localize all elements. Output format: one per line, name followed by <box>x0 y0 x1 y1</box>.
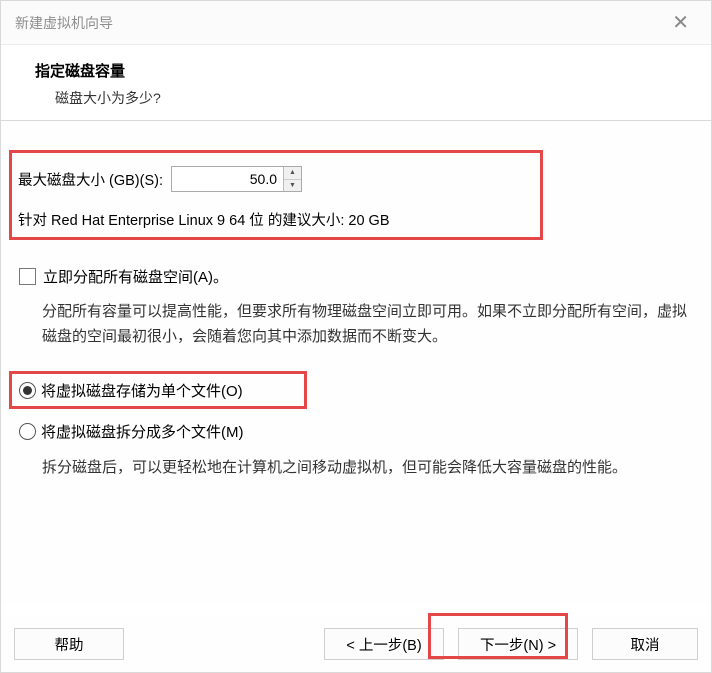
split-files-radio[interactable] <box>19 423 36 440</box>
spinner-down-icon[interactable]: ▼ <box>284 180 301 192</box>
size-recommendation: 针对 Red Hat Enterprise Linux 9 64 位 的建议大小… <box>18 209 390 230</box>
allocate-now-label: 立即分配所有磁盘空间(A)。 <box>43 266 228 287</box>
cancel-button[interactable]: 取消 <box>592 628 698 660</box>
window-title: 新建虚拟机向导 <box>15 13 113 33</box>
single-file-label: 将虚拟磁盘存储为单个文件(O) <box>41 380 243 401</box>
content-area: 最大磁盘大小 (GB)(S): ▲ ▼ 针对 Red Hat Enterpris… <box>1 121 711 603</box>
split-files-row[interactable]: 将虚拟磁盘拆分成多个文件(M) <box>19 421 244 442</box>
single-file-row[interactable]: 将虚拟磁盘存储为单个文件(O) <box>19 380 243 401</box>
next-button[interactable]: 下一步(N) > <box>458 628 578 660</box>
wizard-window: 新建虚拟机向导 ✕ 指定磁盘容量 磁盘大小为多少? 最大磁盘大小 (GB)(S)… <box>0 0 712 673</box>
allocate-now-description: 分配所有容量可以提高性能，但要求所有物理磁盘空间立即可用。如果不立即分配所有空间… <box>42 300 696 350</box>
footer: 帮助 < 上一步(B) 下一步(N) > 取消 <box>1 616 711 672</box>
spinner-up-icon[interactable]: ▲ <box>284 167 301 180</box>
help-button[interactable]: 帮助 <box>14 628 124 660</box>
disk-size-label: 最大磁盘大小 (GB)(S): <box>18 169 163 190</box>
allocate-now-row[interactable]: 立即分配所有磁盘空间(A)。 <box>19 266 228 287</box>
split-files-label: 将虚拟磁盘拆分成多个文件(M) <box>41 421 244 442</box>
page-subtitle: 磁盘大小为多少? <box>35 88 677 108</box>
disk-size-row: 最大磁盘大小 (GB)(S): ▲ ▼ <box>18 166 302 192</box>
disk-size-input[interactable] <box>172 167 283 191</box>
split-files-description: 拆分磁盘后，可以更轻松地在计算机之间移动虚拟机，但可能会降低大容量磁盘的性能。 <box>42 456 696 481</box>
disk-size-spinner[interactable]: ▲ ▼ <box>171 166 302 192</box>
titlebar: 新建虚拟机向导 ✕ <box>1 1 711 45</box>
page-title: 指定磁盘容量 <box>35 60 677 81</box>
back-button[interactable]: < 上一步(B) <box>324 628 444 660</box>
allocate-now-checkbox[interactable] <box>19 268 36 285</box>
single-file-radio[interactable] <box>19 382 36 399</box>
close-icon[interactable]: ✕ <box>664 10 697 35</box>
header: 指定磁盘容量 磁盘大小为多少? <box>1 45 711 121</box>
spinner-buttons: ▲ ▼ <box>283 167 301 191</box>
